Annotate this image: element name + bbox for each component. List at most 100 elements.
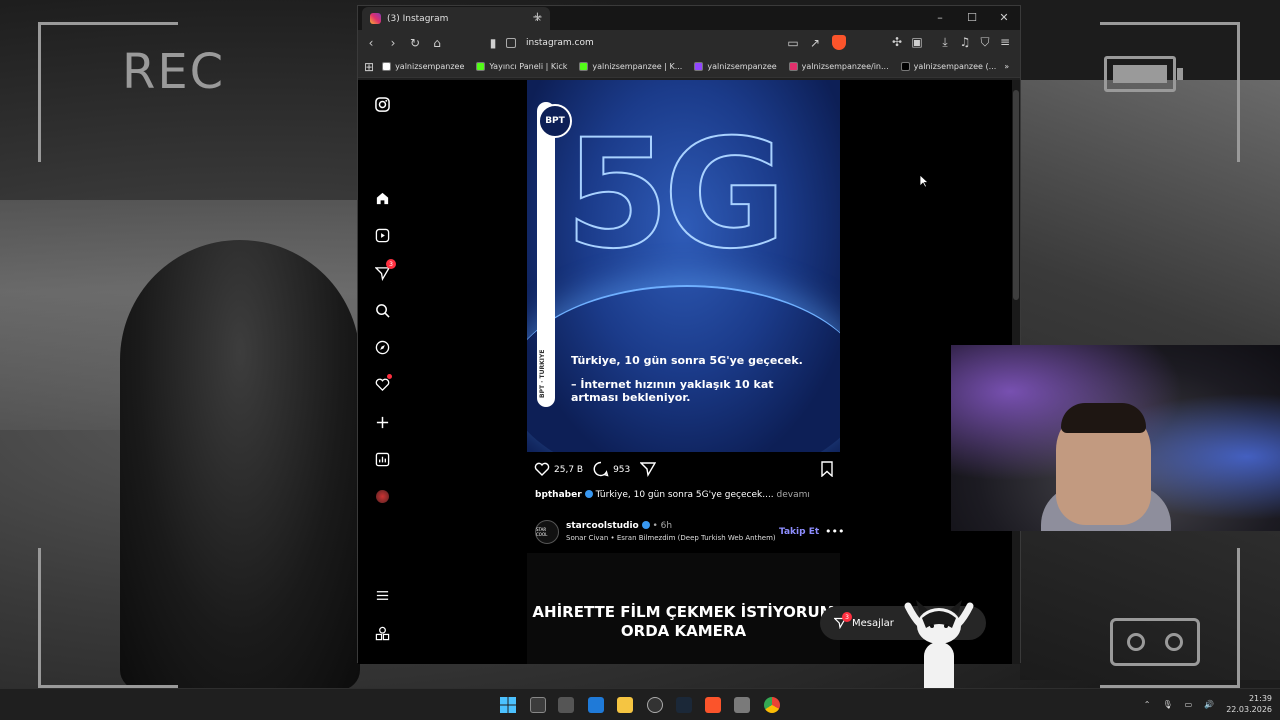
bookmark-favicon-icon: [476, 62, 486, 71]
explore-compass-icon[interactable]: [374, 339, 390, 355]
instagram-logo-icon[interactable]: [374, 96, 390, 112]
bookmark-favicon-icon: [900, 62, 910, 71]
volume-icon[interactable]: 🔊: [1204, 700, 1214, 709]
more-menu-icon[interactable]: [374, 587, 390, 603]
reels-icon[interactable]: [374, 227, 390, 243]
bookmark-item[interactable]: yalnizsempanzee: [382, 62, 464, 71]
media-icon[interactable]: ♫: [958, 35, 972, 49]
sidebar-icon[interactable]: ▣: [910, 35, 924, 49]
post-text-line2: – İnternet hızının yaklaşık 10 kat artma…: [571, 378, 774, 404]
bookmark-label: yalnizsempanzee | K...: [592, 62, 683, 71]
caption-more-link[interactable]: devamı: [777, 490, 810, 500]
notification-dot: [387, 374, 392, 379]
comment-group: 953: [593, 461, 630, 480]
comment-count[interactable]: 953: [613, 465, 630, 475]
bookmarks-overflow-icon[interactable]: »: [1004, 62, 1009, 71]
media-player-icon[interactable]: [734, 697, 750, 713]
vpn-shield-icon[interactable]: ⛉: [978, 35, 992, 49]
battery-icon: [1104, 56, 1183, 92]
like-group: 25,7 B: [534, 461, 583, 480]
back-icon[interactable]: ‹: [364, 36, 378, 50]
cast-icon[interactable]: ▭: [786, 36, 800, 50]
steam-icon[interactable]: [676, 697, 692, 713]
messages-badge: 3: [842, 612, 852, 622]
post2-video[interactable]: AHİRETTE FİLM ÇEKMEK İSTİYORUM ORDA KAME…: [527, 553, 840, 664]
bookmark-item[interactable]: Yayıncı Paneli | Kick: [476, 62, 567, 71]
system-clock[interactable]: 21:39 22.03.2026: [1226, 693, 1272, 715]
post2-username[interactable]: starcoolstudio: [566, 521, 639, 531]
bookmark-label: yalnizsempanzee (...: [913, 62, 997, 71]
bookmark-icon[interactable]: ▮: [486, 36, 500, 50]
reload-icon[interactable]: ↻: [408, 36, 422, 50]
bookmark-label: Yayıncı Paneli | Kick: [489, 62, 568, 71]
share-send-icon[interactable]: [639, 461, 657, 480]
post-vertical-label: BPT · TÜRKİYE: [539, 349, 546, 398]
task-view-icon[interactable]: [530, 697, 546, 713]
direct-messages-icon[interactable]: 3: [374, 259, 396, 281]
notifications-heart-icon[interactable]: [374, 374, 392, 392]
brave-browser-icon[interactable]: [705, 697, 721, 713]
webcam-streamer-hair: [1061, 403, 1146, 433]
battery-level: [1113, 65, 1167, 83]
microphone-icon[interactable]: 🎙: [1163, 700, 1173, 709]
profile-avatar-icon[interactable]: [374, 488, 390, 504]
search-icon[interactable]: [374, 302, 390, 318]
chrome-icon[interactable]: [764, 697, 780, 713]
insights-chart-icon[interactable]: [374, 451, 390, 467]
browser-window: (3) Instagram × + – ☐ ✕ ‹ › ↻ ⌂ ▮ instag…: [357, 5, 1021, 664]
webcam-overlay: [951, 345, 1280, 531]
file-explorer-icon[interactable]: [617, 697, 633, 713]
bookmark-list: yalnizsempanzee Yayıncı Paneli | Kick yaln…: [382, 62, 996, 71]
home-icon[interactable]: ⌂: [430, 36, 444, 50]
post-headline-5g: 5G: [564, 108, 787, 282]
brave-shields-icon[interactable]: [832, 35, 846, 50]
home-nav-icon[interactable]: [374, 190, 390, 206]
like-count[interactable]: 25,7 B: [554, 465, 583, 475]
windows-taskbar: ⌃ 🎙 ▭ 🔊 21:39 22.03.2026: [0, 688, 1280, 720]
system-tray: ⌃ 🎙 ▭ 🔊 21:39 22.03.2026: [1144, 693, 1272, 715]
extensions-icon[interactable]: ✣: [890, 35, 904, 49]
camera-frame-corner: [38, 548, 178, 688]
url-text: instagram.com: [526, 38, 594, 48]
follow-button[interactable]: Takip Et: [779, 527, 819, 537]
menu-icon[interactable]: ≡: [998, 35, 1012, 49]
maximize-button[interactable]: ☐: [956, 6, 988, 30]
comment-icon[interactable]: [593, 461, 609, 480]
display-icon[interactable]: ▭: [1185, 700, 1193, 709]
post2-audio[interactable]: Sonar Civan • Esran Bilmezdim (Deep Turk…: [566, 534, 776, 542]
forward-icon[interactable]: ›: [386, 36, 400, 50]
save-bookmark-icon[interactable]: [820, 460, 834, 480]
instagram-page: 3 BPT BPT · TÜRKİYE 5G Türkiye, 10 gün s…: [358, 80, 1014, 664]
start-menu-icon[interactable]: [500, 697, 516, 713]
bookmark-favicon-icon: [382, 62, 392, 71]
minimize-button[interactable]: –: [924, 6, 956, 30]
scrollbar-thumb[interactable]: [1013, 90, 1019, 300]
bookmark-favicon-icon: [579, 62, 589, 71]
like-heart-icon[interactable]: [534, 461, 550, 480]
download-icon[interactable]: ⤓: [938, 35, 952, 49]
obs-studio-icon[interactable]: [647, 697, 663, 713]
apps-grid-icon[interactable]: ⊞: [364, 60, 374, 74]
verified-badge-icon: [584, 490, 593, 498]
post2-avatar[interactable]: STAR COOL: [535, 520, 559, 544]
messages-label: Mesajlar: [852, 617, 894, 629]
tray-overflow-icon[interactable]: ⌃: [1144, 700, 1151, 709]
bookmark-item[interactable]: yalnizsempanzee | K...: [579, 62, 682, 71]
clock-date: 22.03.2026: [1226, 705, 1272, 714]
snipping-tool-icon[interactable]: [558, 697, 574, 713]
share-icon[interactable]: ↗: [808, 36, 822, 50]
photos-app-icon[interactable]: [588, 697, 604, 713]
instagram-favicon-icon: [370, 13, 381, 24]
bookmark-item[interactable]: yalnizsempanzee (...: [900, 62, 997, 71]
tab-instagram[interactable]: (3) Instagram ×: [362, 7, 550, 30]
bookmark-item[interactable]: yalnizsempanzee: [694, 62, 777, 71]
new-tab-button[interactable]: +: [532, 10, 543, 25]
bookmark-item[interactable]: yalnizsempanzee/in...: [788, 62, 889, 71]
site-info-icon[interactable]: [506, 38, 516, 48]
post-options-icon[interactable]: •••: [825, 525, 844, 538]
also-from-meta-icon[interactable]: [374, 625, 390, 641]
close-window-button[interactable]: ✕: [988, 6, 1020, 30]
caption-username[interactable]: bpthaber: [535, 490, 582, 500]
post-image[interactable]: BPT BPT · TÜRKİYE 5G Türkiye, 10 gün son…: [527, 80, 840, 452]
create-plus-icon[interactable]: [374, 414, 390, 430]
